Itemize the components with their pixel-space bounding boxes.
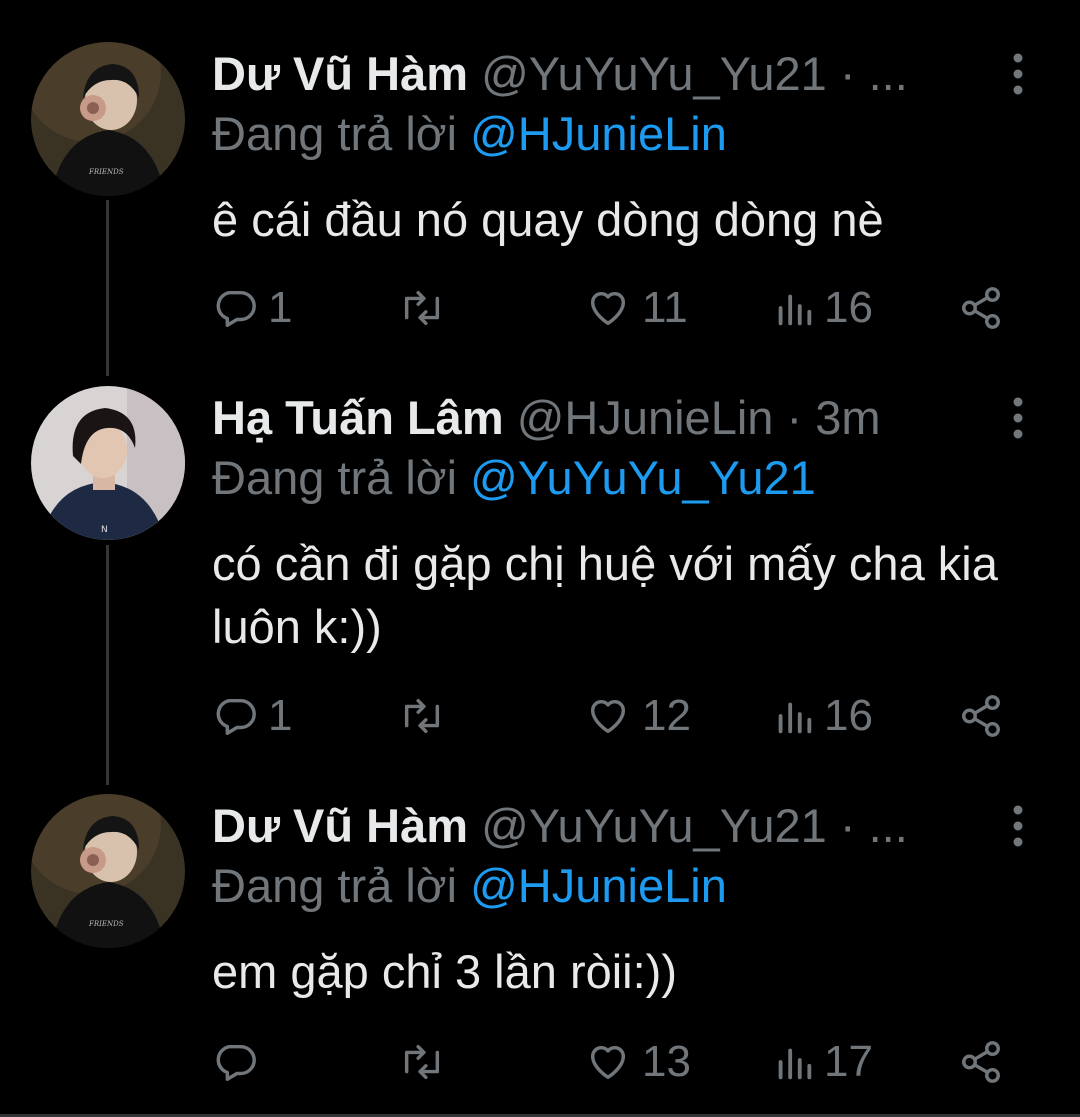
display-name[interactable]: Hạ Tuấn Lâm bbox=[212, 391, 504, 444]
action-bar: 1 12 16 bbox=[212, 688, 1012, 744]
replying-to: Đang trả lời @YuYuYu_Yu21 bbox=[212, 448, 816, 508]
like-button[interactable]: 11 bbox=[584, 280, 688, 336]
like-count: 12 bbox=[642, 691, 691, 740]
retweet-button[interactable] bbox=[397, 1034, 457, 1090]
replying-handle[interactable]: @YuYuYu_Yu21 bbox=[470, 451, 816, 504]
handle[interactable]: @YuYuYu_Yu21 bbox=[481, 47, 827, 100]
share-button[interactable] bbox=[958, 688, 1004, 744]
tweet-text: ê cái đầu nó quay dòng dòng nè bbox=[212, 193, 884, 246]
views-icon bbox=[774, 693, 814, 739]
timestamp: · ... bbox=[826, 799, 908, 852]
share-icon bbox=[958, 1039, 1004, 1085]
avatar[interactable]: FRIENDS bbox=[31, 42, 185, 196]
replying-label: Đang trả lời bbox=[212, 107, 471, 160]
share-button[interactable] bbox=[958, 1034, 1004, 1090]
like-button[interactable]: 13 bbox=[584, 1034, 691, 1090]
display-name[interactable]: Dư Vũ Hàm bbox=[212, 47, 468, 100]
tweet-header: Dư Vũ Hàm @YuYuYu_Yu21 · ... bbox=[212, 794, 960, 858]
timestamp: · ... bbox=[826, 47, 908, 100]
action-bar: 13 17 bbox=[212, 1034, 1012, 1090]
views-count: 17 bbox=[824, 1037, 873, 1086]
views-count: 16 bbox=[824, 691, 873, 740]
replying-handle[interactable]: @HJunieLin bbox=[470, 107, 727, 160]
retweet-icon bbox=[397, 693, 447, 739]
avatar[interactable]: N bbox=[31, 386, 185, 540]
tweet[interactable]: FRIENDS Dư Vũ Hàm @YuYuYu_Yu21 · ... Đan… bbox=[0, 42, 1080, 362]
like-icon bbox=[584, 1039, 632, 1085]
like-count: 11 bbox=[642, 283, 688, 332]
retweet-icon bbox=[397, 285, 447, 331]
replying-label: Đang trả lời bbox=[212, 859, 471, 912]
views-count: 16 bbox=[824, 283, 873, 332]
reply-icon bbox=[212, 285, 258, 331]
replying-to: Đang trả lời @HJunieLin bbox=[212, 104, 727, 164]
tweet-text: có cần đi gặp chị huệ với mấy cha kia lu… bbox=[212, 537, 998, 653]
share-button[interactable] bbox=[958, 280, 1004, 336]
like-count: 13 bbox=[642, 1037, 691, 1086]
views-icon bbox=[774, 1039, 814, 1085]
retweet-icon bbox=[397, 1039, 447, 1085]
reply-button[interactable]: 1 bbox=[212, 688, 292, 744]
tweet[interactable]: N Hạ Tuấn Lâm @HJunieLin · 3m Đang trả l… bbox=[0, 386, 1080, 756]
tweet[interactable]: FRIENDS Dư Vũ Hàm @YuYuYu_Yu21 · ... Đan… bbox=[0, 794, 1080, 1094]
views-button[interactable]: 17 bbox=[774, 1034, 873, 1090]
retweet-button[interactable] bbox=[397, 688, 457, 744]
svg-text:FRIENDS: FRIENDS bbox=[88, 168, 124, 176]
views-button[interactable]: 16 bbox=[774, 688, 873, 744]
handle[interactable]: @HJunieLin bbox=[517, 391, 774, 444]
svg-text:N: N bbox=[101, 525, 108, 535]
action-bar: 1 11 16 bbox=[212, 280, 1012, 336]
views-button[interactable]: 16 bbox=[774, 280, 873, 336]
reply-count: 1 bbox=[268, 283, 293, 332]
replying-handle[interactable]: @HJunieLin bbox=[470, 859, 727, 912]
reply-count: 1 bbox=[268, 691, 293, 740]
share-icon bbox=[958, 285, 1004, 331]
more-icon[interactable] bbox=[996, 392, 1040, 444]
tweet-header: Dư Vũ Hàm @YuYuYu_Yu21 · ... bbox=[212, 42, 960, 106]
replying-to: Đang trả lời @HJunieLin bbox=[212, 856, 727, 916]
reply-icon bbox=[212, 1039, 258, 1085]
more-icon[interactable] bbox=[996, 800, 1040, 852]
like-icon bbox=[584, 693, 632, 739]
reply-button[interactable] bbox=[212, 1034, 268, 1090]
timestamp: · 3m bbox=[773, 391, 881, 444]
tweet-header: Hạ Tuấn Lâm @HJunieLin · 3m bbox=[212, 386, 960, 450]
tweet-text: em gặp chỉ 3 lần ròii:)) bbox=[212, 945, 677, 998]
svg-text:FRIENDS: FRIENDS bbox=[88, 920, 124, 928]
reply-button[interactable]: 1 bbox=[212, 280, 292, 336]
handle[interactable]: @YuYuYu_Yu21 bbox=[481, 799, 827, 852]
reply-icon bbox=[212, 693, 258, 739]
like-button[interactable]: 12 bbox=[584, 688, 691, 744]
views-icon bbox=[774, 285, 814, 331]
retweet-button[interactable] bbox=[397, 280, 457, 336]
more-icon[interactable] bbox=[996, 48, 1040, 100]
like-icon bbox=[584, 285, 632, 331]
share-icon bbox=[958, 693, 1004, 739]
display-name[interactable]: Dư Vũ Hàm bbox=[212, 799, 468, 852]
avatar[interactable]: FRIENDS bbox=[31, 794, 185, 948]
replying-label: Đang trả lời bbox=[212, 451, 471, 504]
